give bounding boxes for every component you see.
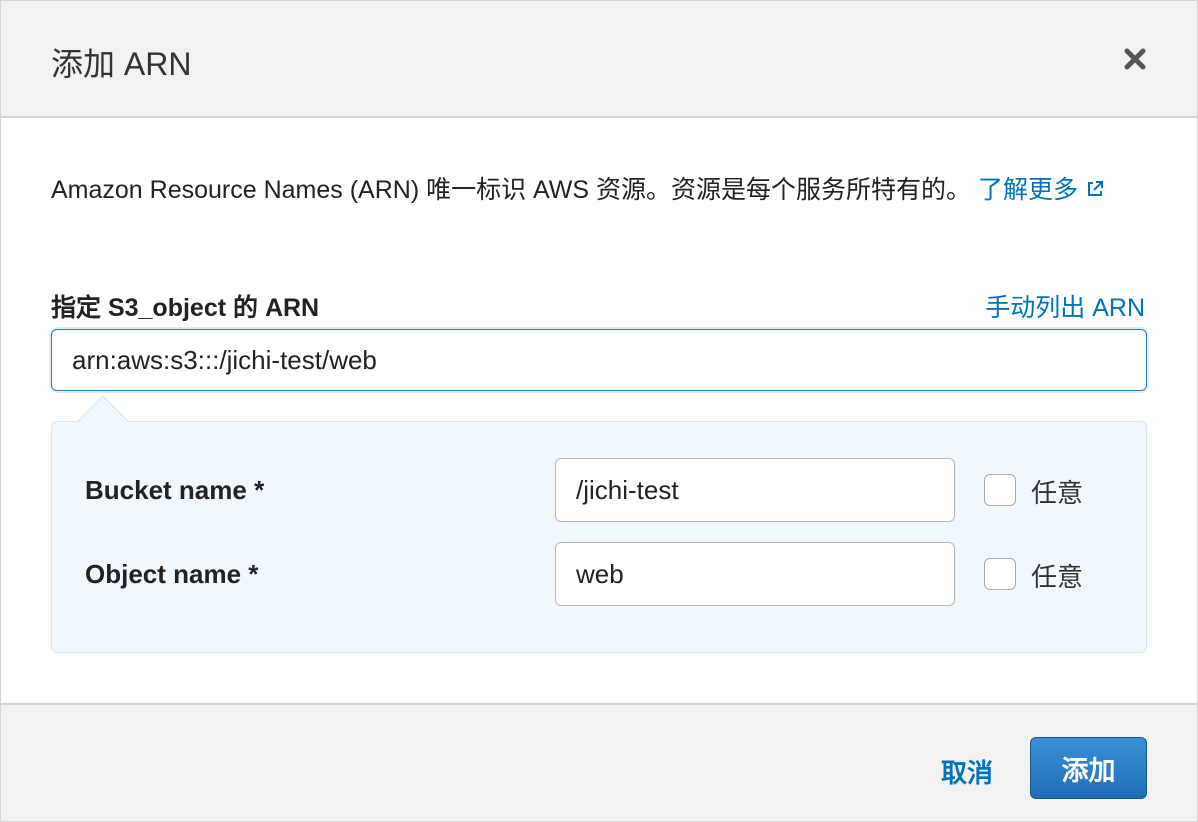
- dialog-title: 添加 ARN: [51, 46, 192, 82]
- external-link-icon: [1088, 181, 1103, 196]
- object-any-label: 任意: [1031, 562, 1084, 592]
- object-name-label: Object name *: [85, 559, 259, 589]
- bucket-name-label: Bucket name *: [85, 475, 265, 505]
- bucket-any-label: 任意: [1031, 478, 1084, 508]
- dialog-footer: 取消 添加: [1, 703, 1197, 821]
- close-icon[interactable]: [1121, 45, 1149, 73]
- add-button[interactable]: 添加: [1030, 737, 1147, 799]
- learn-more-label: 了解更多: [977, 176, 1078, 204]
- arn-field-label: 指定 S3_object 的 ARN: [51, 294, 320, 322]
- dialog-header: 添加 ARN: [1, 1, 1197, 118]
- arn-input[interactable]: [51, 329, 1147, 391]
- object-name-input[interactable]: [555, 542, 955, 606]
- object-any-checkbox[interactable]: [984, 558, 1016, 590]
- description: Amazon Resource Names (ARN) 唯一标识 AWS 资源。…: [51, 169, 1151, 211]
- manual-arn-link[interactable]: 手动列出 ARN: [985, 288, 1145, 324]
- bucket-name-input[interactable]: [555, 458, 955, 522]
- bucket-any-checkbox[interactable]: [984, 474, 1016, 506]
- add-arn-dialog: 添加 ARN Amazon Resource Names (ARN) 唯一标识 …: [0, 0, 1198, 822]
- arn-components-panel: [51, 421, 1147, 653]
- description-text: Amazon Resource Names (ARN) 唯一标识 AWS 资源。…: [51, 176, 972, 204]
- learn-more-link[interactable]: 了解更多: [978, 176, 1106, 204]
- cancel-button[interactable]: 取消: [941, 753, 993, 790]
